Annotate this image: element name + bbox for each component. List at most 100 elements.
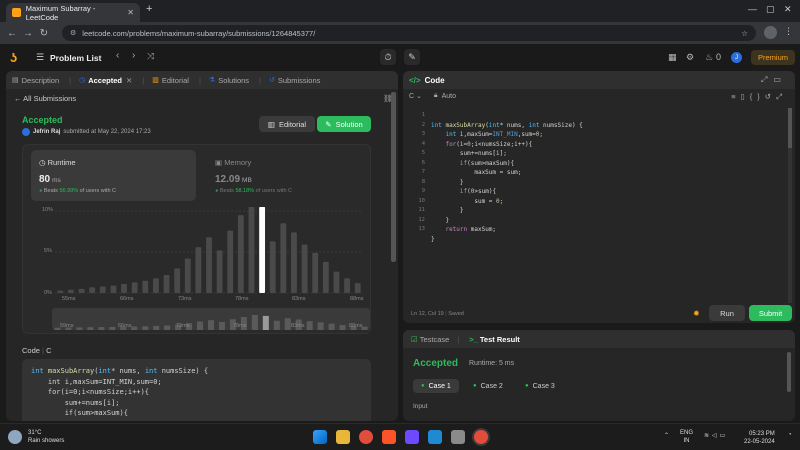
language-select[interactable]: C ⌄ bbox=[409, 92, 422, 100]
new-tab-icon[interactable]: + bbox=[146, 3, 152, 15]
notes-icon[interactable]: ✎ bbox=[404, 49, 420, 65]
range-selector[interactable] bbox=[52, 308, 370, 330]
histogram-bar[interactable] bbox=[291, 232, 297, 293]
histogram-bar[interactable] bbox=[354, 283, 361, 293]
chrome-active-icon[interactable] bbox=[474, 430, 488, 444]
tab-test-result[interactable]: >_ Test Result bbox=[469, 335, 520, 344]
settings-gear-icon[interactable]: ⚙ bbox=[686, 52, 694, 63]
shuffle-icon[interactable]: ⤨ bbox=[147, 51, 154, 62]
highlighted-bar[interactable] bbox=[259, 207, 266, 293]
wifi-volume-battery-icons[interactable]: ≋◁▭ bbox=[704, 432, 728, 439]
submitter-name[interactable]: Jefrin Raj bbox=[33, 129, 60, 135]
histogram-bar[interactable] bbox=[248, 207, 255, 293]
histogram-bar[interactable] bbox=[195, 247, 202, 293]
timer-icon[interactable]: ⏱ bbox=[380, 49, 396, 65]
case-2-tab[interactable]: ● Case 2 bbox=[465, 379, 511, 393]
histogram-bar[interactable] bbox=[344, 278, 350, 293]
histogram-bar[interactable] bbox=[269, 241, 276, 293]
histogram-bar[interactable] bbox=[301, 244, 308, 293]
histogram-bar[interactable] bbox=[206, 237, 212, 293]
editorial-button[interactable]: ▥ Editorial bbox=[259, 116, 315, 132]
streak-fire-icon[interactable]: ♨ bbox=[705, 52, 713, 63]
case-1-tab[interactable]: ● Case 1 bbox=[413, 379, 459, 393]
tab-accepted[interactable]: ◷ Accepted ✕ bbox=[79, 76, 132, 85]
histogram-bar[interactable] bbox=[322, 261, 329, 293]
runtime-card[interactable]: ◷ Runtime 80 ms ◕ Beats 56.99% of users w… bbox=[31, 150, 196, 201]
reload-icon[interactable]: ↻ bbox=[36, 28, 52, 39]
back-icon[interactable]: ← bbox=[4, 28, 20, 39]
browser-profile-avatar[interactable] bbox=[764, 26, 777, 39]
histogram-bar[interactable] bbox=[216, 250, 223, 293]
histogram-bar[interactable] bbox=[78, 288, 85, 293]
site-info-icon[interactable]: ⚙ bbox=[70, 29, 76, 37]
histogram-bar[interactable] bbox=[333, 271, 340, 293]
browser-menu-icon[interactable]: ⋮ bbox=[784, 26, 793, 37]
premium-button[interactable]: Premium bbox=[751, 50, 795, 65]
windows-start-icon[interactable] bbox=[313, 430, 327, 444]
tab-editorial[interactable]: ▥ Editorial bbox=[152, 76, 189, 85]
runtime-distribution-chart[interactable]: J bbox=[23, 207, 372, 295]
solution-button[interactable]: ✎ Solution bbox=[317, 116, 371, 132]
prev-problem-icon[interactable]: ‹ bbox=[116, 50, 119, 61]
vscode-icon[interactable] bbox=[428, 430, 442, 444]
editor-scroll-thumb[interactable] bbox=[788, 108, 792, 148]
list-icon[interactable]: ☰ bbox=[36, 52, 44, 63]
submitted-code[interactable]: int maxSubArray(int* nums, int numsSize)… bbox=[22, 359, 371, 421]
tab-testcase[interactable]: ☑ Testcase bbox=[411, 335, 449, 344]
brave-icon[interactable] bbox=[382, 430, 396, 444]
leetcode-logo-icon[interactable]: ʖ bbox=[10, 50, 22, 65]
histogram-bar[interactable] bbox=[184, 258, 191, 293]
bookmark-star-icon[interactable]: ☆ bbox=[741, 29, 748, 38]
forward-icon[interactable]: → bbox=[20, 28, 36, 39]
histogram-bar[interactable] bbox=[57, 290, 64, 293]
histogram-bar[interactable] bbox=[131, 282, 138, 293]
histogram-bar[interactable] bbox=[142, 280, 149, 293]
user-avatar[interactable]: J bbox=[731, 52, 742, 63]
chrome-icon[interactable] bbox=[359, 430, 373, 444]
window-close-icon[interactable]: ✕ bbox=[784, 4, 792, 15]
mode-select[interactable]: Auto bbox=[442, 93, 456, 100]
histogram-bar[interactable] bbox=[237, 215, 244, 293]
tab-solutions[interactable]: ⚗ Solutions bbox=[209, 76, 249, 85]
editor-tool-icons[interactable]: ≡▯{}↺⤢ bbox=[731, 92, 787, 102]
layout-icon[interactable]: ▦ bbox=[668, 52, 677, 63]
language-indicator[interactable]: ENG IN bbox=[680, 429, 693, 445]
minimize-icon[interactable]: — bbox=[748, 4, 757, 14]
weather-widget[interactable]: 31°C Rain showers bbox=[8, 429, 64, 445]
address-bar[interactable]: ⚙ leetcode.com/problems/maximum-subarray… bbox=[62, 25, 756, 41]
all-submissions-link[interactable]: ← All Submissions bbox=[14, 94, 76, 103]
histogram-bar[interactable] bbox=[99, 286, 106, 293]
editor-window-icons[interactable]: ⤢▭ bbox=[761, 75, 787, 85]
histogram-bar[interactable] bbox=[312, 252, 319, 293]
test-scrollbar[interactable] bbox=[787, 352, 791, 392]
submit-button[interactable]: Submit bbox=[749, 305, 792, 321]
histogram-bar[interactable] bbox=[280, 223, 287, 293]
browser-tab[interactable]: Maximum Subarray - LeetCode ✕ bbox=[6, 3, 140, 22]
histogram-bar[interactable] bbox=[163, 274, 170, 293]
histogram-bar[interactable] bbox=[152, 278, 159, 293]
tray-chevron-icon[interactable]: ⌃ bbox=[664, 432, 669, 439]
run-button[interactable]: Run bbox=[709, 305, 745, 321]
memory-card[interactable]: ▣ Memory 12.09 MB ◕ Beats 58.18% of users… bbox=[207, 150, 362, 201]
problem-list-link[interactable]: Problem List bbox=[50, 53, 101, 63]
next-problem-icon[interactable]: › bbox=[132, 50, 135, 61]
histogram-bar[interactable] bbox=[174, 268, 181, 293]
close-tab-icon[interactable]: ✕ bbox=[126, 76, 132, 85]
histogram-bar[interactable] bbox=[89, 287, 96, 293]
maximize-icon[interactable]: ▢ bbox=[766, 4, 775, 15]
notifications-icon[interactable]: ◔ bbox=[788, 432, 792, 438]
app-icon[interactable] bbox=[405, 430, 419, 444]
editor-scrollbar[interactable] bbox=[788, 108, 792, 303]
left-panel-scrollbar[interactable] bbox=[391, 92, 396, 262]
histogram-bar[interactable] bbox=[121, 283, 127, 293]
histogram-bar[interactable] bbox=[68, 289, 74, 293]
settings-app-icon[interactable] bbox=[451, 430, 465, 444]
case-3-tab[interactable]: ● Case 3 bbox=[517, 379, 563, 393]
tab-close-icon[interactable]: ✕ bbox=[127, 8, 134, 17]
code-editor[interactable]: 1 2 3 4 5 6 7 8 9 10 11 12 13 int maxSubArray(int* n… bbox=[403, 108, 795, 303]
tab-submissions[interactable]: ↺ Submissions bbox=[269, 76, 320, 85]
histogram-bar[interactable] bbox=[110, 285, 117, 293]
clock[interactable]: 05:23 PM 22-05-2024 bbox=[744, 430, 775, 446]
histogram-bar[interactable] bbox=[227, 230, 234, 293]
debug-icon[interactable]: ✹ bbox=[693, 309, 700, 318]
